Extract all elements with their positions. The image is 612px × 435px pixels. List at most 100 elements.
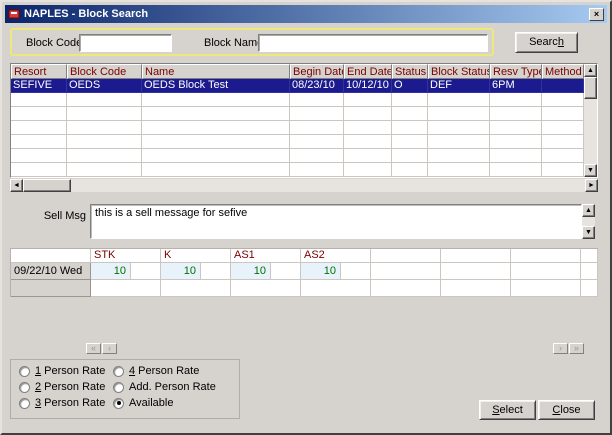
radio-label: 1 Person Rate <box>35 365 105 377</box>
radio-label: Add. Person Rate <box>129 381 216 393</box>
result-row[interactable] <box>11 149 584 163</box>
radio-available[interactable]: Available <box>113 397 173 409</box>
close-window-button[interactable]: × <box>589 8 604 21</box>
scroll-down-button[interactable]: ▼ <box>584 164 597 177</box>
result-row[interactable] <box>11 93 584 107</box>
column-header-method[interactable]: Method <box>542 64 584 79</box>
rate-column-header-empty <box>581 249 598 263</box>
column-header-block-code[interactable]: Block Code <box>67 64 142 79</box>
column-header-end-date[interactable]: End Date <box>344 64 392 79</box>
radio-icon <box>19 398 30 409</box>
radio-label: 4 Person Rate <box>129 365 199 377</box>
results-grid-horizontal-scrollbar[interactable]: ◄ ► <box>10 179 598 192</box>
block-search-window: NAPLES - Block Search × Block Code Block… <box>0 0 612 435</box>
close-button[interactable]: Close <box>538 400 595 420</box>
rate-cell-empty[interactable] <box>441 263 511 280</box>
grid-cell <box>142 149 290 163</box>
grid-cell <box>490 149 542 163</box>
grid-cell <box>67 149 142 163</box>
scroll-track[interactable] <box>584 99 597 164</box>
radio-1-person-rate[interactable]: 1 Person Rate <box>19 365 105 377</box>
rate-cell-empty[interactable] <box>581 263 598 280</box>
grid-cell <box>392 121 428 135</box>
radio-4-person-rate[interactable]: 4 Person Rate <box>113 365 199 377</box>
result-cell-name: OEDS Block Test <box>142 79 290 93</box>
scroll-thumb[interactable] <box>584 77 597 99</box>
grid-cell <box>67 93 142 107</box>
rate-column-header-as1[interactable]: AS1 <box>231 249 301 263</box>
grid-cell <box>344 149 392 163</box>
rate-cell-empty[interactable] <box>301 280 371 297</box>
result-row[interactable] <box>11 135 584 149</box>
result-row-selected[interactable]: SEFIVE OEDS OEDS Block Test 08/23/10 10/… <box>11 79 584 93</box>
rate-cell-empty[interactable] <box>511 280 581 297</box>
window-title: NAPLES - Block Search <box>24 8 148 20</box>
results-grid-vertical-scrollbar[interactable]: ▲ ▼ <box>584 64 597 177</box>
grid-cell <box>428 135 490 149</box>
grid-cell <box>290 107 344 121</box>
pager-prev-button[interactable]: ‹ <box>102 343 117 354</box>
radio-add-person-rate[interactable]: Add. Person Rate <box>113 381 216 393</box>
column-header-resv-type[interactable]: Resv Type <box>490 64 542 79</box>
rate-cell-empty[interactable] <box>371 263 441 280</box>
scroll-up-button[interactable]: ▲ <box>584 64 597 77</box>
rate-cell-empty[interactable] <box>441 280 511 297</box>
column-header-block-status[interactable]: Block Status <box>428 64 490 79</box>
scroll-up-button[interactable]: ▲ <box>582 204 595 217</box>
rate-cell-empty[interactable] <box>511 263 581 280</box>
column-header-resort[interactable]: Resort <box>11 64 67 79</box>
block-name-input[interactable] <box>258 34 488 52</box>
search-button[interactable]: Search <box>515 32 578 53</box>
title-bar[interactable]: NAPLES - Block Search × <box>5 5 607 23</box>
scroll-track[interactable] <box>582 217 595 226</box>
rate-cell-empty[interactable] <box>581 280 598 297</box>
grid-cell <box>67 121 142 135</box>
rate-row-label <box>11 280 91 297</box>
rate-cell-empty[interactable] <box>161 280 231 297</box>
rate-cell-empty[interactable] <box>231 280 301 297</box>
radio-3-person-rate[interactable]: 3 Person Rate <box>19 397 105 409</box>
rate-column-header-stk[interactable]: STK <box>91 249 161 263</box>
pager-next-button[interactable]: › <box>553 343 568 354</box>
grid-cell <box>344 163 392 177</box>
grid-cell <box>428 107 490 121</box>
sell-msg-scrollbar[interactable]: ▲ ▼ <box>582 204 595 239</box>
result-row[interactable] <box>11 107 584 121</box>
result-row[interactable] <box>11 163 584 177</box>
rate-column-header-k[interactable]: K <box>161 249 231 263</box>
select-button[interactable]: Select <box>479 400 536 420</box>
rate-cell-k[interactable]: 10 <box>161 263 231 280</box>
grid-cell <box>542 107 584 121</box>
scroll-left-button[interactable]: ◄ <box>10 179 23 192</box>
search-panel: Block Code Block Name <box>10 28 494 56</box>
rate-cell-empty[interactable] <box>91 280 161 297</box>
grid-cell <box>392 107 428 121</box>
rate-grid-empty-row <box>11 280 598 297</box>
rate-column-header-empty <box>511 249 581 263</box>
result-row[interactable] <box>11 121 584 135</box>
rate-cell-stk[interactable]: 10 <box>91 263 161 280</box>
grid-cell <box>142 121 290 135</box>
column-header-begin-date[interactable]: Begin Date <box>290 64 344 79</box>
grid-cell <box>490 163 542 177</box>
scroll-right-button[interactable]: ► <box>585 179 598 192</box>
rate-cell-as1[interactable]: 10 <box>231 263 301 280</box>
scroll-thumb[interactable] <box>23 179 71 192</box>
grid-cell <box>11 163 67 177</box>
column-header-status[interactable]: Status <box>392 64 428 79</box>
grid-cell <box>11 135 67 149</box>
sell-msg-textarea[interactable]: this is a sell message for sefive <box>90 204 582 239</box>
column-header-name[interactable]: Name <box>142 64 290 79</box>
radio-2-person-rate[interactable]: 2 Person Rate <box>19 381 105 393</box>
grid-cell <box>344 135 392 149</box>
scroll-down-button[interactable]: ▼ <box>582 226 595 239</box>
pager-first-button[interactable]: « <box>86 343 101 354</box>
rate-cell-as2[interactable]: 10 <box>301 263 371 280</box>
rate-cell-empty[interactable] <box>371 280 441 297</box>
scroll-track[interactable] <box>71 179 585 192</box>
grid-cell <box>290 149 344 163</box>
rate-value: 10 <box>301 263 341 279</box>
pager-last-button[interactable]: » <box>569 343 584 354</box>
block-code-input[interactable] <box>79 34 172 52</box>
rate-column-header-as2[interactable]: AS2 <box>301 249 371 263</box>
